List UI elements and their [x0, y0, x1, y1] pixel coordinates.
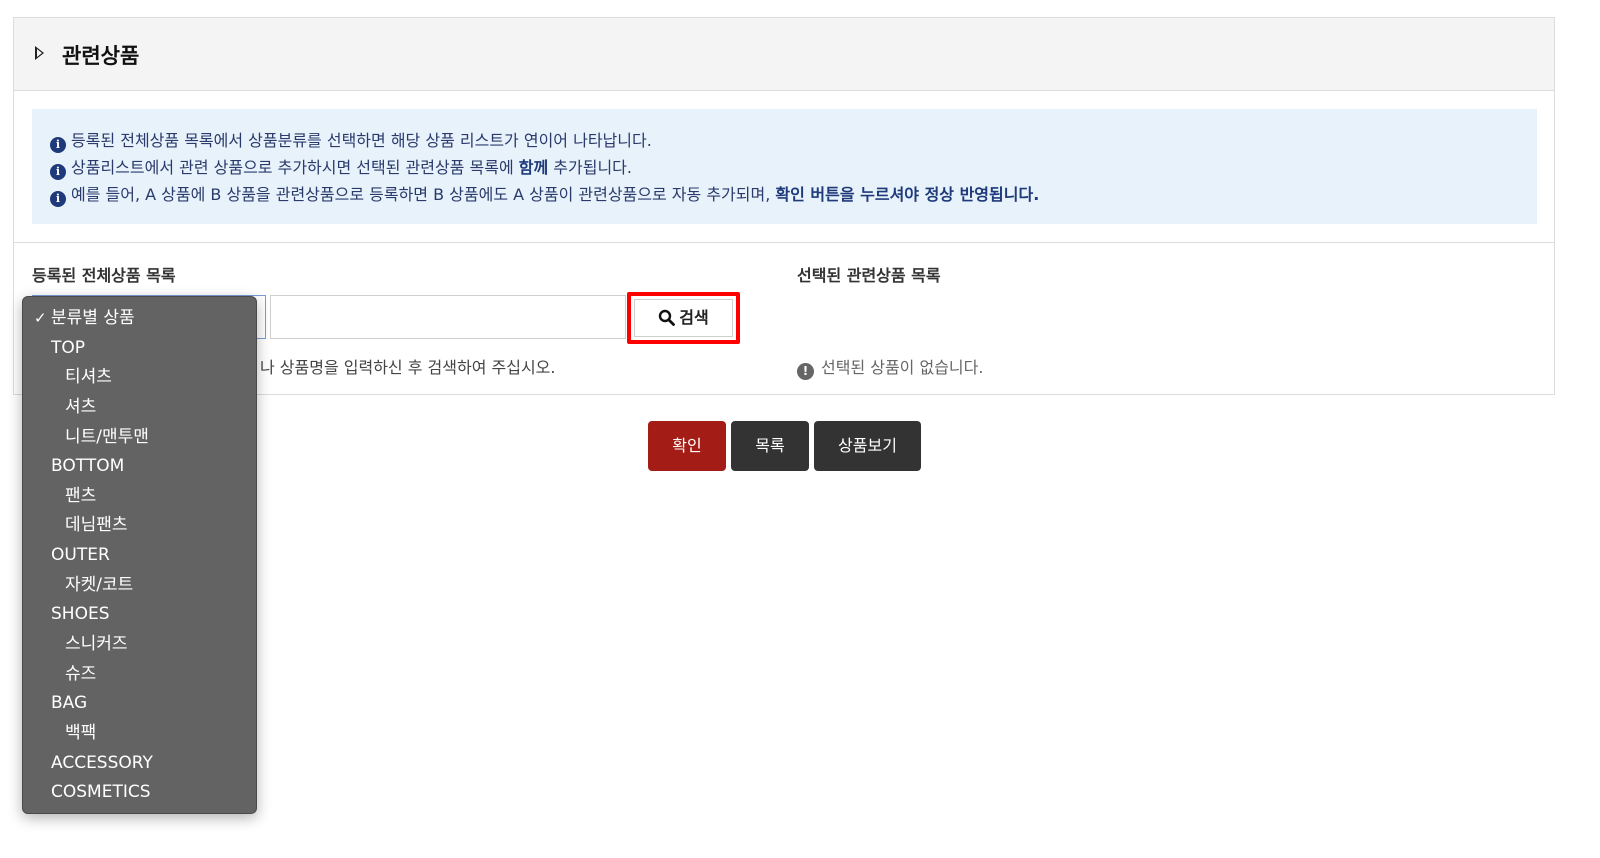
search-button[interactable]: 검색 [634, 299, 733, 337]
dropdown-option-jacket[interactable]: 자켓/코트 [23, 571, 256, 601]
dropdown-option-selected[interactable]: ✓ 분류별 상품 [23, 304, 256, 334]
info-box: i 등록된 전체상품 목록에서 상품분류를 선택하면 해당 상품 리스트가 연이어… [32, 109, 1537, 224]
option-label: 분류별 상품 [51, 308, 135, 328]
dropdown-option-shirts[interactable]: 셔츠 [23, 393, 256, 423]
search-icon [659, 309, 676, 326]
info-icon: i [50, 191, 66, 207]
search-hint: 나 상품명을 입력하신 후 검색하여 주십시오. [260, 358, 556, 377]
dropdown-option-cosmetics[interactable]: COSMETICS [23, 778, 256, 808]
dropdown-option-denim[interactable]: 데님팬츠 [23, 511, 256, 541]
info-line-3: i 예를 들어, A 상품에 B 상품을 관련상품으로 등록하면 B 상품에도 A… [50, 181, 1519, 208]
view-products-button[interactable]: 상품보기 [814, 421, 921, 471]
dropdown-option-dress-shoes[interactable]: 슈즈 [23, 660, 256, 690]
divider [14, 242, 1554, 243]
expand-triangle-icon[interactable] [35, 46, 44, 60]
info-text: 등록된 전체상품 목록에서 상품분류를 선택하면 해당 상품 리스트가 연이어 … [71, 131, 652, 150]
dropdown-option-knit[interactable]: 니트/맨투맨 [23, 423, 256, 453]
dropdown-option-tshirts[interactable]: 티셔츠 [23, 363, 256, 393]
info-line-1: i 등록된 전체상품 목록에서 상품분류를 선택하면 해당 상품 리스트가 연이어… [50, 127, 1519, 154]
search-button-label: 검색 [679, 308, 709, 327]
panel-header[interactable]: 관련상품 [14, 18, 1554, 91]
dropdown-option-pants[interactable]: 팬츠 [23, 482, 256, 512]
dropdown-option-shoes[interactable]: SHOES [23, 600, 256, 630]
all-products-label: 등록된 전체상품 목록 [32, 266, 176, 285]
selected-products-label: 선택된 관련상품 목록 [797, 266, 941, 285]
dropdown-option-backpack[interactable]: 백팩 [23, 719, 256, 749]
info-bold-text: 확인 버튼을 누르셔야 정상 반영됩니다. [775, 185, 1040, 204]
info-text-after: 추가됩니다. [548, 158, 632, 177]
empty-selection-message: ! 선택된 상품이 없습니다. [797, 354, 983, 380]
dropdown-option-bottom[interactable]: BOTTOM [23, 452, 256, 482]
keyword-input[interactable] [270, 295, 626, 339]
info-bold-text: 함께 [518, 158, 549, 177]
info-line-2: i 상품리스트에서 관련 상품으로 추가하시면 선택된 관련상품 목록에 함께 추… [50, 154, 1519, 181]
dropdown-option-bag[interactable]: BAG [23, 689, 256, 719]
alert-icon: ! [797, 363, 814, 380]
info-icon: i [50, 137, 66, 153]
dropdown-option-sneakers[interactable]: 스니커즈 [23, 630, 256, 660]
info-text: 예를 들어, A 상품에 B 상품을 관련상품으로 등록하면 B 상품에도 A … [71, 185, 776, 204]
empty-message-text: 선택된 상품이 없습니다. [821, 358, 984, 377]
info-icon: i [50, 164, 66, 180]
info-text: 상품리스트에서 관련 상품으로 추가하시면 선택된 관련상품 목록에 [71, 158, 519, 177]
dropdown-option-accessory[interactable]: ACCESSORY [23, 749, 256, 779]
checkmark-icon: ✓ [34, 309, 47, 327]
list-button[interactable]: 목록 [731, 421, 809, 471]
dropdown-option-top[interactable]: TOP [23, 334, 256, 364]
panel-title: 관련상품 [62, 44, 140, 68]
category-dropdown-menu: ✓ 분류별 상품 TOP 티셔츠 셔츠 니트/맨투맨 BOTTOM 팬츠 데님팬츠… [22, 296, 257, 814]
dropdown-option-outer[interactable]: OUTER [23, 541, 256, 571]
confirm-button[interactable]: 확인 [648, 421, 726, 471]
